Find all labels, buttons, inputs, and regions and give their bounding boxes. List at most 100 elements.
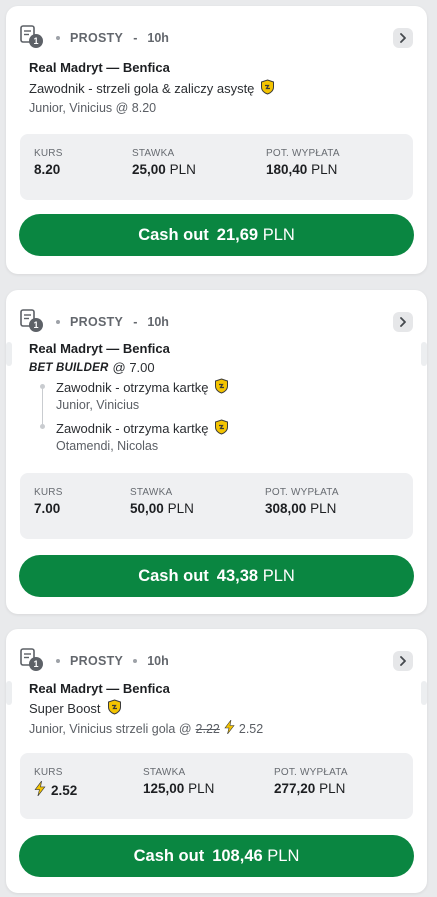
payout-currency: PLN — [310, 501, 337, 516]
new-odds: 2.52 — [238, 721, 264, 736]
chevron-right-icon[interactable] — [393, 651, 413, 671]
ticket-icon: 1 — [20, 25, 43, 51]
bet-card-3[interactable]: 1 PROSTY 10h Real Madryt — Benfica Super… — [6, 629, 427, 893]
leg-player: Otamendi, Nicolas — [56, 439, 159, 453]
old-odds: 2.22 — [195, 721, 220, 736]
selection-row: Super Boost — [29, 699, 122, 718]
boost-shield-icon — [260, 79, 275, 98]
odds-summary: KURS 8.20 STAWKA 25,00 PLN POT. WYPŁATA … — [20, 134, 413, 200]
boost-shield-icon — [214, 378, 229, 397]
bet-type-label: PROSTY — [70, 31, 124, 45]
payout-value: 308,00 — [265, 501, 307, 516]
cash-out-amount: 108,46 — [212, 846, 263, 865]
stawka-currency: PLN — [167, 501, 194, 516]
bet-count-badge: 1 — [29, 318, 43, 332]
cash-out-button[interactable]: Cash out 108,46 PLN — [19, 835, 414, 877]
separator-dash: - — [133, 315, 138, 329]
bet-type-label: PROSTY — [70, 654, 124, 668]
cash-out-currency: PLN — [262, 225, 295, 244]
separator-dot — [133, 659, 138, 663]
stawka-label: STAWKA — [130, 487, 173, 498]
payout-currency: PLN — [319, 781, 346, 796]
stawka-value: 50,00 — [130, 501, 164, 516]
ticket-icon: 1 — [20, 309, 43, 335]
stawka-column: STAWKA 25,00 PLN — [132, 148, 196, 177]
bet-card-2[interactable]: 1 PROSTY - 10h Real Madryt — Benfica BET… — [6, 290, 427, 614]
cash-out-currency: PLN — [262, 566, 295, 585]
separator-dot — [56, 36, 60, 40]
match-title: Real Madryt — Benfica — [29, 681, 170, 696]
leg-marker — [40, 384, 45, 389]
collapse-handle — [421, 342, 427, 366]
match-title: Real Madryt — Benfica — [29, 60, 170, 75]
chevron-right-icon[interactable] — [393, 312, 413, 332]
card-header: 1 PROSTY - 10h — [20, 20, 413, 56]
selection-row: Zawodnik - strzeli gola & zaliczy asystę — [29, 79, 275, 98]
boost-shield-icon — [107, 699, 122, 718]
lightning-icon — [224, 719, 235, 737]
separator-dot — [56, 320, 60, 324]
payout-column: POT. WYPŁATA 180,40 PLN — [266, 148, 340, 177]
payout-column: POT. WYPŁATA 277,20 PLN — [274, 767, 348, 796]
separator-dash: - — [133, 31, 138, 45]
bet-builder-odds: @ 7.00 — [112, 360, 155, 375]
stawka-label: STAWKA — [143, 767, 186, 778]
leg-selection: Zawodnik - otrzyma kartkę — [56, 380, 209, 395]
stawka-label: STAWKA — [132, 148, 175, 159]
payout-label: POT. WYPŁATA — [274, 767, 348, 778]
odds-summary: KURS 2.52 STAWKA 125,00 PLN POT. WYPŁATA… — [20, 753, 413, 819]
bet-count-badge: 1 — [29, 34, 43, 48]
lightning-icon — [34, 780, 46, 799]
kurs-column: KURS 2.52 — [34, 767, 77, 799]
stawka-column: STAWKA 50,00 PLN — [130, 487, 194, 516]
leg-selection-row: Zawodnik - otrzyma kartkę — [56, 419, 229, 438]
collapse-handle — [421, 681, 427, 705]
bet-count-badge: 1 — [29, 657, 43, 671]
cash-out-button[interactable]: Cash out 43,38 PLN — [19, 555, 414, 597]
kurs-label: KURS — [34, 487, 63, 498]
cash-out-label: Cash out — [138, 566, 209, 585]
match-title: Real Madryt — Benfica — [29, 341, 170, 356]
ticket-icon: 1 — [20, 648, 43, 674]
collapse-handle — [6, 342, 12, 366]
bet-builder-tag: BET BUILDER — [29, 361, 109, 374]
cash-out-button[interactable]: Cash out 21,69 PLN — [19, 214, 414, 256]
stawka-value: 125,00 — [143, 781, 185, 796]
player-odds: Junior, Vinicius @ 8.20 — [29, 101, 157, 115]
leg-player: Junior, Vinicius — [56, 398, 140, 412]
kurs-column: KURS 8.20 — [34, 148, 63, 177]
kurs-column: KURS 7.00 — [34, 487, 63, 516]
collapse-handle — [6, 681, 12, 705]
cash-out-label: Cash out — [133, 846, 205, 865]
payout-currency: PLN — [311, 162, 338, 177]
payout-value: 277,20 — [274, 781, 316, 796]
cash-out-currency: PLN — [267, 846, 300, 865]
stawka-currency: PLN — [188, 781, 215, 796]
kurs-value: 8.20 — [34, 162, 61, 177]
bet-type-label: PROSTY — [70, 315, 124, 329]
kurs-value: 7.00 — [34, 501, 61, 516]
odds-summary: KURS 7.00 STAWKA 50,00 PLN POT. WYPŁATA … — [20, 473, 413, 539]
stawka-value: 25,00 — [132, 162, 166, 177]
chevron-right-icon[interactable] — [393, 28, 413, 48]
kurs-label: KURS — [34, 148, 63, 159]
bet-card-1[interactable]: 1 PROSTY - 10h Real Madryt — Benfica Zaw… — [6, 6, 427, 274]
legs-connector — [42, 386, 43, 426]
boost-odds-row: Junior, Vinicius strzeli gola @ 2.22 2.5… — [29, 719, 264, 737]
card-header: 1 PROSTY 10h — [20, 643, 413, 679]
stawka-currency: PLN — [169, 162, 196, 177]
player-text: Junior, Vinicius strzeli gola @ — [29, 721, 192, 736]
payout-label: POT. WYPŁATA — [266, 148, 340, 159]
separator-dot — [56, 659, 60, 663]
cash-out-amount: 43,38 — [216, 566, 259, 585]
payout-label: POT. WYPŁATA — [265, 487, 339, 498]
leg-selection-row: Zawodnik - otrzyma kartkę — [56, 378, 229, 397]
stawka-column: STAWKA 125,00 PLN — [143, 767, 214, 796]
bet-time-label: 10h — [147, 31, 169, 45]
bet-time-label: 10h — [147, 315, 169, 329]
bet-time-label: 10h — [147, 654, 169, 668]
cash-out-label: Cash out — [138, 225, 209, 244]
selection-label: Zawodnik - strzeli gola & zaliczy asystę — [29, 81, 255, 96]
selection-label: Super Boost — [29, 701, 101, 716]
bet-builder-row: BET BUILDER @ 7.00 — [29, 360, 155, 375]
